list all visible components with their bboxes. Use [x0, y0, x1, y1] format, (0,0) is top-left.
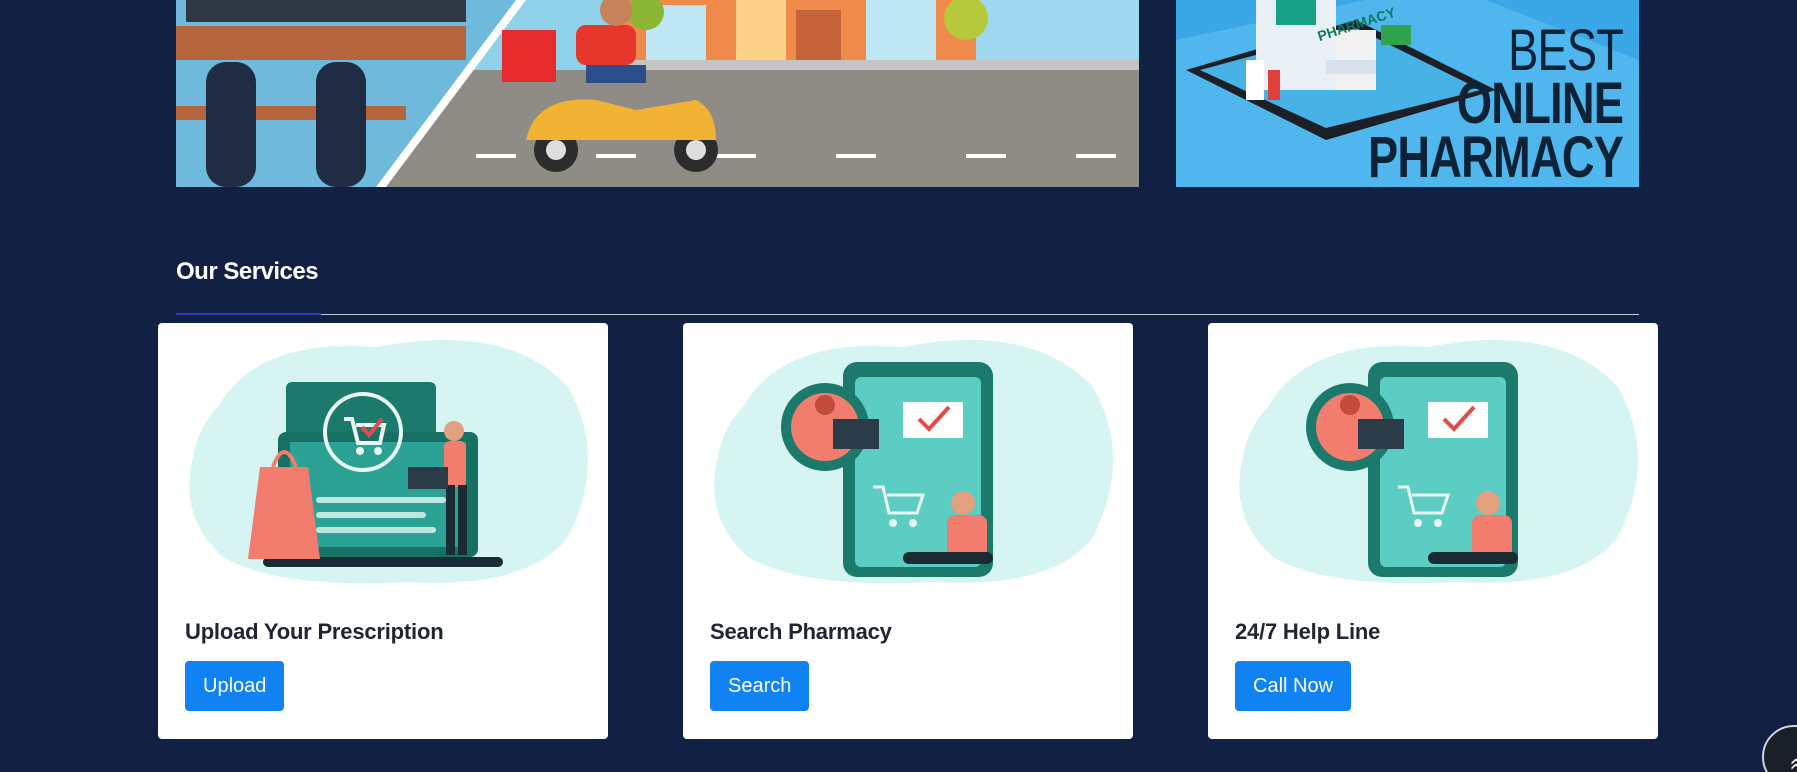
help-line-illustration	[1239, 340, 1638, 584]
service-card-search: Search Pharmacy Search	[683, 323, 1133, 739]
page: PHARMACY BEST ONLINE PHARMACY Our Servic…	[0, 0, 1797, 772]
service-card-upload: Upload Your Prescription Upload	[158, 323, 608, 739]
upload-prescription-illustration	[189, 340, 588, 584]
service-card-helpline: 24/7 Help Line Call Now	[1208, 323, 1658, 739]
headline-line-2: ONLINE	[1456, 71, 1624, 137]
card-title-search: Search Pharmacy	[710, 619, 892, 644]
call-now-button[interactable]: Call Now	[1235, 661, 1352, 711]
online-pharmacy-banner: PHARMACY BEST ONLINE PHARMACY	[1176, 0, 1639, 187]
scroll-to-top-button[interactable]: «	[1762, 725, 1797, 772]
card-title-helpline: 24/7 Help Line	[1235, 619, 1381, 644]
search-button[interactable]: Search	[710, 661, 810, 711]
upload-button[interactable]: Upload	[185, 661, 285, 711]
headline-line-1: BEST	[1507, 18, 1624, 83]
delivery-banner-image	[176, 0, 1139, 187]
best-online-pharmacy-headline: BEST ONLINE PHARMACY	[1367, 18, 1624, 187]
card-title-upload: Upload Your Prescription	[185, 619, 444, 644]
section-title: Our Services	[176, 258, 319, 285]
search-pharmacy-illustration	[714, 340, 1113, 584]
double-chevron-up-icon: «	[1769, 740, 1797, 770]
headline-line-3: PHARMACY	[1367, 124, 1624, 187]
section-divider-accent	[176, 313, 321, 315]
section-divider	[176, 314, 1639, 315]
